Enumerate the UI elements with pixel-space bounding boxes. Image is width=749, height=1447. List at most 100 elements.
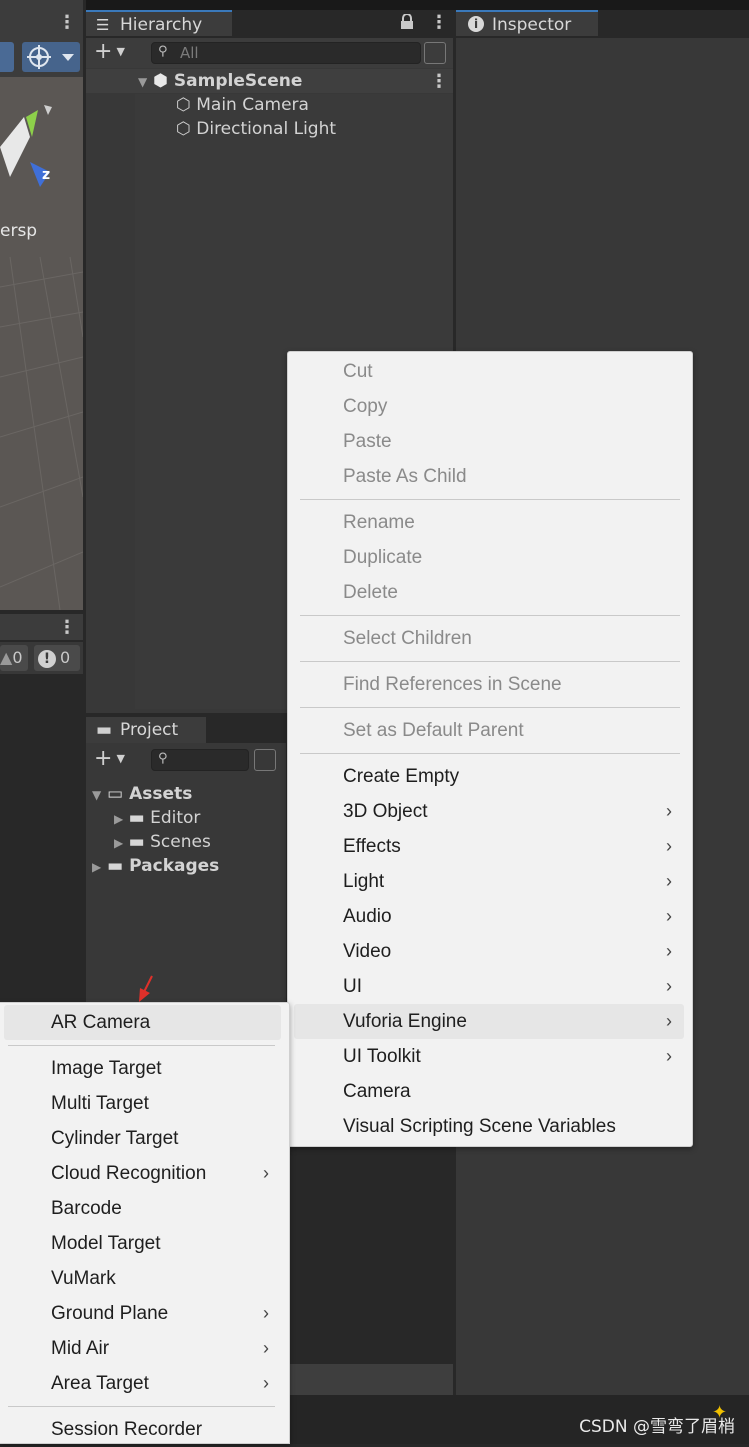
search-icon: ⚲ xyxy=(158,44,168,59)
submenu-item-image-target[interactable]: Image Target xyxy=(0,1051,289,1086)
menu-item-label: Find References in Scene xyxy=(343,674,562,695)
menu-item-audio[interactable]: Audio › xyxy=(288,899,692,934)
error-count-button[interactable]: ! 0 xyxy=(34,645,80,671)
menu-item-video[interactable]: Video › xyxy=(288,934,692,969)
menu-item-effects[interactable]: Effects › xyxy=(288,829,692,864)
menu-item-ui-toolkit[interactable]: UI Toolkit › xyxy=(288,1039,692,1074)
tab-hierarchy[interactable]: ☰ Hierarchy xyxy=(86,10,232,36)
warning-count-button[interactable]: ▲0 xyxy=(0,645,28,671)
menu-item-camera[interactable]: Camera xyxy=(288,1074,692,1109)
warning-count: 0 xyxy=(12,648,23,667)
submenu-item-mid-air[interactable]: Mid Air › xyxy=(0,1331,289,1366)
submenu-item-area-target[interactable]: Area Target › xyxy=(0,1366,289,1401)
menu-item-cut[interactable]: Cut xyxy=(288,354,692,389)
project-tree-item[interactable]: ▼ ▭ Assets xyxy=(92,782,192,806)
unity-scene-icon: ⬢ xyxy=(153,71,168,91)
hierarchy-search-input[interactable]: ⚲ All xyxy=(151,42,421,64)
menu-item-find-references[interactable]: Find References in Scene xyxy=(288,667,692,702)
scene-dropdown-button[interactable] xyxy=(0,42,14,72)
submenu-item-ground-plane[interactable]: Ground Plane › xyxy=(0,1296,289,1331)
search-icon: ⚲ xyxy=(158,751,168,766)
submenu-item-vumark[interactable]: VuMark xyxy=(0,1261,289,1296)
hierarchy-item[interactable]: ⬡ Directional Light xyxy=(176,117,336,141)
foldout-arrow-icon: ▶ xyxy=(114,836,124,850)
menu-item-paste-as-child[interactable]: Paste As Child xyxy=(288,459,692,494)
menu-item-label: 3D Object xyxy=(343,801,428,822)
menu-item-label: Create Empty xyxy=(343,766,460,787)
menu-item-rename[interactable]: Rename xyxy=(288,505,692,540)
lock-icon[interactable] xyxy=(400,13,414,30)
project-tree-item[interactable]: ▶ ▬ Editor xyxy=(114,806,200,830)
menu-item-visual-scripting[interactable]: Visual Scripting Scene Variables xyxy=(288,1109,692,1144)
menu-item-copy[interactable]: Copy xyxy=(288,389,692,424)
hierarchy-item[interactable]: ⬡ Main Camera xyxy=(176,93,309,117)
menu-item-label: Cylinder Target xyxy=(51,1128,179,1149)
menu-item-select-children[interactable]: Select Children xyxy=(288,621,692,656)
error-icon: ! xyxy=(38,650,56,668)
menu-item-label: Area Target xyxy=(51,1373,149,1394)
menu-item-3d-object[interactable]: 3D Object › xyxy=(288,794,692,829)
tab-inspector[interactable]: i Inspector xyxy=(456,10,598,36)
red-arrow-icon xyxy=(139,975,153,1002)
hierarchy-tab-label: Hierarchy xyxy=(120,15,203,35)
scene-row-content: ▼ ⬢ SampleScene xyxy=(138,69,302,93)
persp-label[interactable]: ersp xyxy=(0,221,37,241)
project-create-button[interactable]: + ▼ xyxy=(94,748,134,772)
search-filter-icon[interactable] xyxy=(254,749,276,771)
folder-icon: ▬ xyxy=(107,856,124,876)
chevron-right-icon: › xyxy=(263,1303,269,1323)
menu-item-label: Image Target xyxy=(51,1058,162,1079)
project-search-input[interactable]: ⚲ xyxy=(151,749,249,771)
menu-separator xyxy=(300,753,680,754)
vuforia-submenu: AR Camera Image Target Multi Target Cyli… xyxy=(0,1002,290,1444)
submenu-item-cloud-recognition[interactable]: Cloud Recognition › xyxy=(0,1156,289,1191)
hierarchy-item-label: Directional Light xyxy=(196,119,337,139)
menu-item-duplicate[interactable]: Duplicate xyxy=(288,540,692,575)
menu-item-label: VuMark xyxy=(51,1268,116,1289)
search-by-type-icon[interactable] xyxy=(424,42,446,64)
scene-more-icon[interactable]: ⋮ xyxy=(430,73,448,91)
menu-item-ui[interactable]: UI › xyxy=(288,969,692,1004)
search-placeholder: All xyxy=(180,44,199,62)
menu-item-set-default-parent[interactable]: Set as Default Parent xyxy=(288,713,692,748)
hierarchy-more-icon[interactable]: ⋮ xyxy=(430,14,448,32)
submenu-item-ar-camera[interactable]: AR Camera xyxy=(4,1005,281,1040)
foldout-arrow-icon: ▼ xyxy=(92,788,102,802)
submenu-item-cylinder-target[interactable]: Cylinder Target xyxy=(0,1121,289,1156)
menu-item-delete[interactable]: Delete xyxy=(288,575,692,610)
foldout-arrow-icon: ▼ xyxy=(138,75,148,89)
gameobject-cube-icon: ⬡ xyxy=(176,95,191,115)
project-tree-item[interactable]: ▶ ▬ Scenes xyxy=(114,830,211,854)
open-folder-icon: ▭ xyxy=(107,784,124,804)
menu-item-vuforia-engine[interactable]: Vuforia Engine › xyxy=(294,1004,684,1039)
menu-item-paste[interactable]: Paste xyxy=(288,424,692,459)
submenu-item-multi-target[interactable]: Multi Target xyxy=(0,1086,289,1121)
folder-icon: ▬ xyxy=(128,832,145,852)
move-gizmo-icon xyxy=(27,45,74,69)
foldout-arrow-icon: ▶ xyxy=(92,860,102,874)
chevron-right-icon: › xyxy=(666,1011,672,1031)
chevron-down-icon: ▼ xyxy=(116,752,125,765)
hierarchy-tabstrip xyxy=(232,10,453,38)
tab-project[interactable]: ▬ Project xyxy=(86,717,206,743)
chevron-right-icon: › xyxy=(263,1338,269,1358)
project-tree-item[interactable]: ▶ ▬ Packages xyxy=(92,854,219,878)
menu-item-label: Paste xyxy=(343,431,392,452)
submenu-item-session-recorder[interactable]: Session Recorder xyxy=(0,1412,289,1447)
submenu-item-barcode[interactable]: Barcode xyxy=(0,1191,289,1226)
scene-viewport[interactable]: z ersp xyxy=(0,77,83,610)
menu-item-label: Cut xyxy=(343,361,373,382)
menu-item-create-empty[interactable]: Create Empty xyxy=(288,759,692,794)
menu-item-light[interactable]: Light › xyxy=(288,864,692,899)
menu-item-label: Barcode xyxy=(51,1198,122,1219)
top-strip xyxy=(86,0,749,10)
create-add-button[interactable]: + ▼ xyxy=(94,41,134,65)
warning-icon: ▲ xyxy=(0,648,13,667)
chevron-right-icon: › xyxy=(666,1046,672,1066)
plus-icon: + xyxy=(94,39,113,64)
chevron-right-icon: › xyxy=(666,801,672,821)
gizmo-toggle-button[interactable] xyxy=(22,42,80,72)
scene-more-icon[interactable]: ⋮ xyxy=(58,14,76,32)
console-more-icon[interactable]: ⋮ xyxy=(58,619,76,637)
submenu-item-model-target[interactable]: Model Target xyxy=(0,1226,289,1261)
